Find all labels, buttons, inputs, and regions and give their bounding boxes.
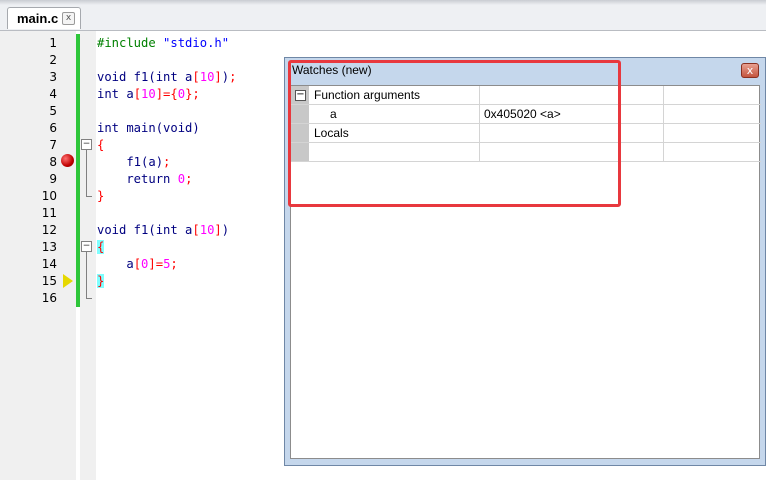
column-divider	[663, 124, 664, 143]
code-text: }	[97, 189, 105, 203]
code-text: f1(a);	[97, 155, 171, 169]
line-number: 6	[49, 121, 57, 135]
code-text: void f1(int a[10])	[97, 223, 230, 237]
tab-bar-shade	[0, 0, 766, 5]
column-divider	[663, 143, 664, 162]
column-divider	[663, 105, 664, 124]
code-text: #include "stdio.h"	[97, 36, 230, 50]
tab-main-c[interactable]: main.c x	[7, 7, 81, 29]
code-text: int a[10]={0};	[97, 87, 200, 101]
line-number: 7	[49, 138, 57, 152]
line-number: 3	[49, 70, 57, 84]
highlight-annotation	[288, 60, 621, 207]
line-number: 1	[49, 36, 57, 50]
close-icon[interactable]: x	[741, 63, 759, 78]
line-number: 12	[41, 223, 57, 237]
code-text: a[0]=5;	[97, 257, 178, 271]
code-text: {	[97, 240, 105, 254]
code-line: 1 #include "stdio.h"	[0, 35, 766, 52]
tab-bar: main.c x	[0, 0, 766, 31]
line-number: 15	[41, 274, 57, 288]
line-number: 4	[49, 87, 57, 101]
line-number: 8	[49, 155, 57, 169]
code-text: {	[97, 138, 105, 152]
code-text: return 0;	[97, 172, 193, 186]
line-number: 14	[41, 257, 57, 271]
line-number: 5	[49, 104, 57, 118]
tab-label: main.c	[17, 11, 59, 26]
line-number: 16	[41, 291, 57, 305]
line-number: 2	[49, 53, 57, 67]
line-number: 10	[41, 189, 57, 203]
line-number: 11	[41, 206, 57, 220]
code-text: }	[97, 274, 105, 288]
code-text: int main(void)	[97, 121, 200, 135]
code-text: void f1(int a[10]);	[97, 70, 237, 84]
close-icon[interactable]: x	[62, 12, 75, 25]
line-number: 9	[49, 172, 57, 186]
line-number: 13	[41, 240, 57, 254]
column-divider	[663, 86, 664, 105]
